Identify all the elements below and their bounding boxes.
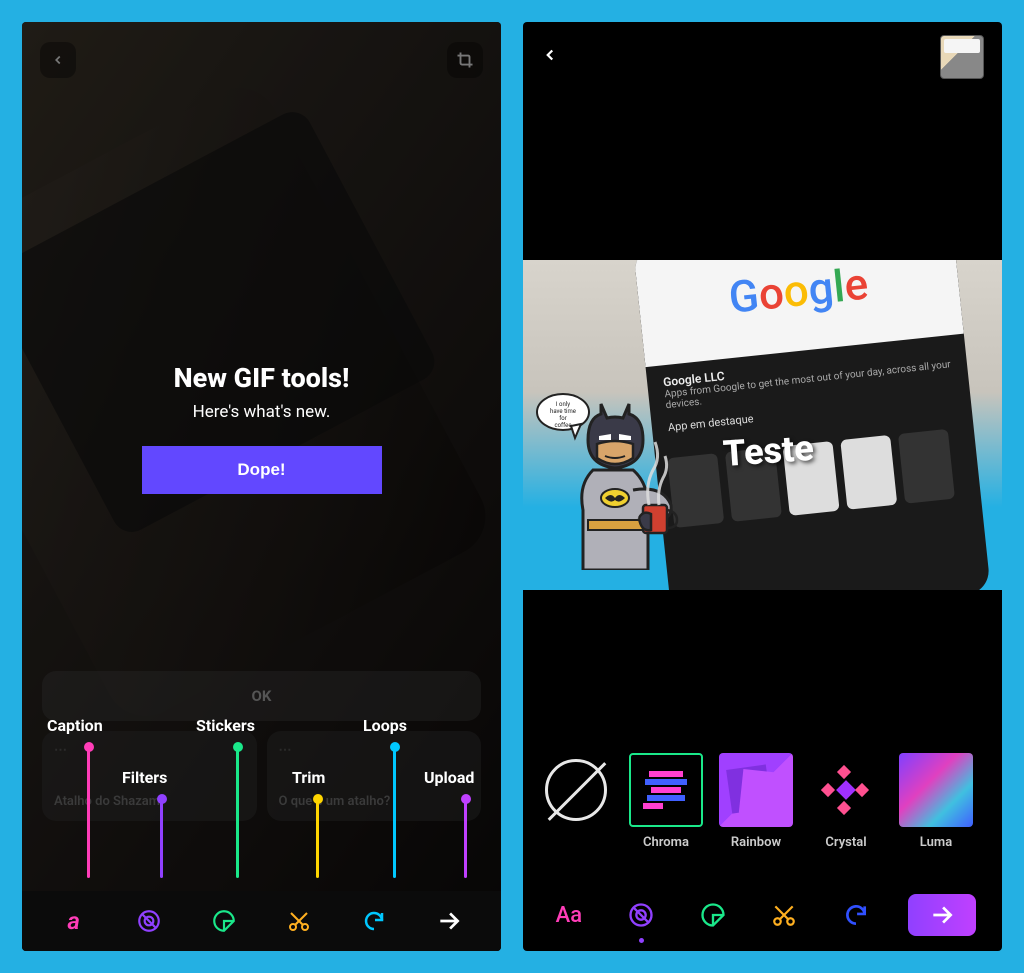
svg-text:have time: have time bbox=[550, 408, 576, 415]
back-button[interactable] bbox=[541, 46, 559, 68]
pin-line bbox=[236, 748, 239, 878]
filter-label: Crystal bbox=[825, 835, 866, 850]
svg-text:coffee: coffee bbox=[554, 422, 571, 429]
filters-tool-icon[interactable] bbox=[133, 905, 165, 937]
next-button[interactable] bbox=[908, 894, 976, 936]
whats-new-modal: New GIF tools! Here's what's new. Dope! bbox=[22, 362, 501, 494]
pin-line bbox=[160, 800, 163, 878]
batman-sticker[interactable]: I only have time for coffee bbox=[533, 390, 693, 570]
bottom-toolbar: a bbox=[22, 891, 501, 951]
filter-none[interactable] bbox=[539, 753, 613, 850]
trim-tool-icon[interactable] bbox=[764, 895, 804, 935]
modal-title: New GIF tools! bbox=[22, 362, 501, 394]
filter-label: Chroma bbox=[643, 835, 689, 850]
svg-text:I only: I only bbox=[556, 401, 570, 408]
label-upload: Upload bbox=[424, 768, 474, 787]
trim-tool-icon[interactable] bbox=[283, 905, 315, 937]
left-screenshot: New GIF tools! Here's what's new. Dope! … bbox=[22, 22, 501, 951]
pin-line bbox=[87, 748, 90, 878]
rainbow-thumb bbox=[719, 753, 793, 827]
svg-text:for: for bbox=[559, 415, 567, 422]
tool-labels: Caption Filters Stickers Trim Loops Uplo… bbox=[22, 716, 501, 891]
filter-chroma[interactable]: Chroma bbox=[629, 753, 703, 850]
label-filters: Filters bbox=[122, 768, 167, 787]
no-filter-icon bbox=[545, 759, 607, 821]
bottom-toolbar: Aa bbox=[523, 879, 1002, 951]
top-bar bbox=[22, 22, 501, 98]
filter-row: Chroma Rainbow Crystal bbox=[523, 741, 1002, 861]
filter-label: Rainbow bbox=[731, 835, 781, 850]
label-stickers: Stickers bbox=[196, 716, 255, 735]
pin-line bbox=[393, 748, 396, 878]
caption-overlay[interactable]: Teste bbox=[722, 427, 815, 475]
caption-tool-icon[interactable]: Aa bbox=[549, 895, 589, 935]
thumbnail-selector[interactable] bbox=[940, 35, 984, 79]
pin-line bbox=[464, 800, 467, 878]
crop-button[interactable] bbox=[447, 42, 483, 78]
filters-tool-icon[interactable] bbox=[621, 895, 661, 935]
upload-next-icon[interactable] bbox=[433, 905, 465, 937]
label-caption: Caption bbox=[47, 716, 103, 735]
modal-subtitle: Here's what's new. bbox=[22, 402, 501, 422]
luma-thumb bbox=[899, 753, 973, 827]
filter-luma[interactable]: Luma bbox=[899, 753, 973, 850]
loops-tool-icon[interactable] bbox=[836, 895, 876, 935]
filter-crystal[interactable]: Crystal bbox=[809, 753, 883, 850]
crystal-thumb bbox=[809, 753, 883, 827]
pin-line bbox=[316, 800, 319, 878]
preview-canvas[interactable]: Google Google LLC Apps from Google to ge… bbox=[523, 260, 1002, 590]
right-screenshot: Google Google LLC Apps from Google to ge… bbox=[523, 22, 1002, 951]
caption-tool-icon[interactable]: a bbox=[58, 905, 90, 937]
label-loops: Loops bbox=[363, 716, 407, 735]
label-trim: Trim bbox=[292, 768, 325, 787]
stickers-tool-icon[interactable] bbox=[693, 895, 733, 935]
stickers-tool-icon[interactable] bbox=[208, 905, 240, 937]
loops-tool-icon[interactable] bbox=[358, 905, 390, 937]
top-bar bbox=[523, 22, 1002, 92]
ok-bar[interactable]: OK bbox=[42, 671, 481, 721]
chroma-thumb bbox=[629, 753, 703, 827]
dope-button[interactable]: Dope! bbox=[142, 446, 382, 494]
filter-label: Luma bbox=[920, 835, 952, 850]
back-button[interactable] bbox=[40, 42, 76, 78]
filter-rainbow[interactable]: Rainbow bbox=[719, 753, 793, 850]
active-indicator bbox=[639, 938, 644, 943]
